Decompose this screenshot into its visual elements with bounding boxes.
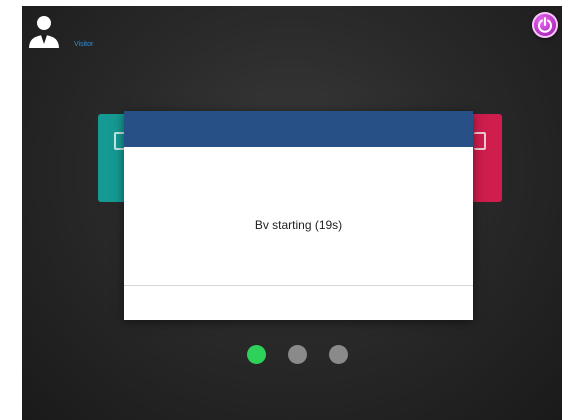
page-dot-2[interactable] — [288, 345, 307, 364]
dialog-message: Bv starting (19s) — [254, 218, 343, 232]
status-dialog: Bv starting (19s) — [124, 111, 473, 320]
user-avatar-icon[interactable] — [27, 14, 73, 54]
dialog-header — [124, 111, 473, 147]
power-icon — [538, 17, 552, 33]
power-button[interactable] — [532, 12, 558, 38]
tile-right-icon — [474, 132, 486, 150]
page-indicator — [247, 345, 357, 365]
page-dot-1[interactable] — [247, 345, 266, 364]
dialog-divider — [124, 285, 473, 286]
app-screen: Visitor Bv starting (19s) — [22, 6, 562, 420]
user-name-label: Visitor — [74, 41, 94, 48]
page-dot-3[interactable] — [329, 345, 348, 364]
